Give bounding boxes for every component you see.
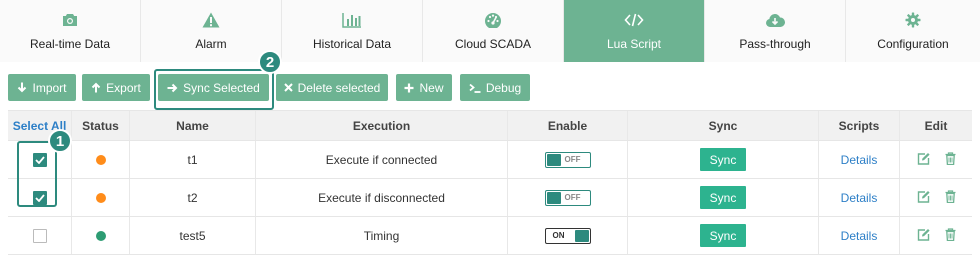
camera-icon xyxy=(62,11,78,29)
details-link[interactable]: Details xyxy=(841,153,878,167)
tab-label: Real-time Data xyxy=(29,37,111,51)
edit-header: Edit xyxy=(924,118,948,133)
status-dot xyxy=(95,154,106,165)
edit-icon[interactable] xyxy=(917,152,931,168)
top-nav-tabs: Real-time Data Alarm Historical Data Clo… xyxy=(0,0,980,62)
import-button[interactable]: Import xyxy=(8,74,76,101)
edit-icon[interactable] xyxy=(917,228,931,244)
tab-cloud-scada[interactable]: Cloud SCADA xyxy=(423,0,564,62)
delete-selected-button-label: Delete selected xyxy=(297,80,381,95)
execution-mode: Execute if connected xyxy=(256,141,508,178)
sync-button[interactable]: Sync xyxy=(700,186,746,209)
status-header: Status xyxy=(72,111,130,140)
export-button-label: Export xyxy=(106,80,141,95)
script-name: t1 xyxy=(130,141,256,178)
details-link[interactable]: Details xyxy=(841,191,878,205)
trash-icon[interactable] xyxy=(945,227,956,244)
status-dot xyxy=(95,230,106,241)
details-link[interactable]: Details xyxy=(841,229,878,243)
new-button[interactable]: New xyxy=(396,74,452,101)
sync-button[interactable]: Sync xyxy=(700,224,746,247)
table-header-row: Select All Status Name Execution Enable … xyxy=(8,110,972,141)
trash-icon[interactable] xyxy=(945,151,956,168)
tab-label: Alarm xyxy=(195,37,227,51)
enable-toggle[interactable]: ON xyxy=(544,227,591,244)
dashboard-gauge-icon xyxy=(484,11,502,29)
plus-icon xyxy=(404,83,414,93)
new-button-label: New xyxy=(419,80,444,95)
arrow-down-icon xyxy=(17,82,27,93)
tab-label: Cloud SCADA xyxy=(454,37,532,51)
cloud-download-icon xyxy=(765,11,785,29)
execution-mode: Execute if disconnected xyxy=(256,179,508,216)
script-name: t2 xyxy=(130,179,256,216)
warning-icon xyxy=(202,11,220,29)
bar-chart-icon xyxy=(342,11,362,29)
code-icon xyxy=(624,11,644,29)
callout-badge-1: 1 xyxy=(48,129,72,153)
terminal-icon xyxy=(469,83,481,93)
table-row: t1 Execute if connected OFF Sync Details xyxy=(8,141,972,179)
enable-toggle-label: OFF xyxy=(564,154,581,164)
enable-toggle[interactable]: OFF xyxy=(544,189,591,206)
tab-configuration[interactable]: Configuration xyxy=(846,0,980,62)
debug-button-label: Debug xyxy=(485,80,522,95)
sync-button[interactable]: Sync xyxy=(700,148,746,171)
close-icon xyxy=(283,83,293,92)
arrow-up-icon xyxy=(91,82,101,93)
enable-toggle-label: ON xyxy=(552,230,565,240)
enable-toggle-label: OFF xyxy=(564,192,581,202)
callout-highlight-checkboxes xyxy=(17,141,57,207)
callout-badge-2: 2 xyxy=(258,50,282,74)
edit-icon[interactable] xyxy=(917,190,931,206)
tab-label: Configuration xyxy=(877,37,949,51)
tab-label: Pass-through xyxy=(739,37,811,51)
delete-selected-button[interactable]: Delete selected xyxy=(276,74,388,101)
enable-toggle[interactable]: OFF xyxy=(544,151,591,168)
tab-lua-script[interactable]: Lua Script xyxy=(564,0,705,62)
tab-pass-through[interactable]: Pass-through xyxy=(705,0,846,62)
tab-real-time-data[interactable]: Real-time Data xyxy=(0,0,141,62)
import-button-label: Import xyxy=(32,80,67,95)
scripts-header: Scripts xyxy=(819,111,900,140)
gear-icon xyxy=(905,11,921,29)
debug-button[interactable]: Debug xyxy=(460,74,530,101)
trash-icon[interactable] xyxy=(945,189,956,206)
tab-label: Lua Script xyxy=(606,37,662,51)
execution-header: Execution xyxy=(256,111,508,140)
export-button[interactable]: Export xyxy=(82,74,150,101)
sync-header: Sync xyxy=(628,111,819,140)
status-dot xyxy=(95,192,106,203)
tab-historical-data[interactable]: Historical Data xyxy=(282,0,423,62)
name-header: Name xyxy=(130,111,256,140)
script-name: test5 xyxy=(130,217,256,254)
enable-header: Enable xyxy=(508,111,628,140)
callout-highlight-sync-selected xyxy=(154,69,274,110)
table-row: t2 Execute if disconnected OFF Sync Deta… xyxy=(8,179,972,217)
toolbar: Import Export Sync Selected Delete selec… xyxy=(0,70,980,104)
table-row: test5 Timing ON Sync Details xyxy=(8,217,972,255)
execution-mode: Timing xyxy=(256,217,508,254)
row-checkbox[interactable] xyxy=(32,228,47,243)
tab-label: Historical Data xyxy=(312,37,392,51)
